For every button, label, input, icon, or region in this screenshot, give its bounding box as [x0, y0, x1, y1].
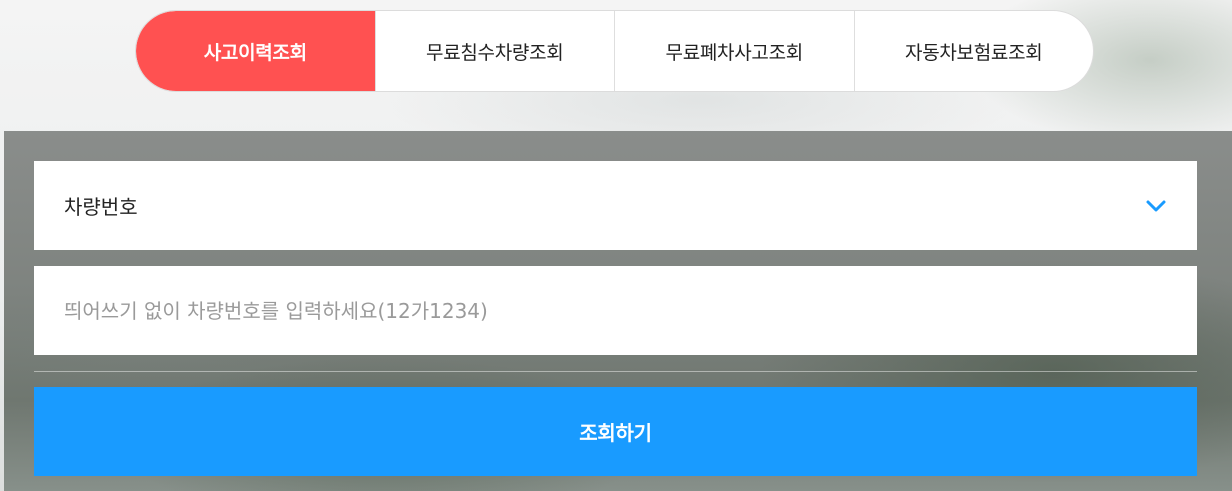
tab-accident-history[interactable]: 사고이력조회: [136, 11, 375, 91]
tab-insurance-premium[interactable]: 자동차보험료조회: [853, 11, 1094, 91]
chevron-down-icon[interactable]: [1145, 195, 1167, 217]
plate-number-input[interactable]: [64, 298, 1167, 323]
search-panel: 차량번호 조회하기: [4, 131, 1232, 491]
search-type-select[interactable]: 차량번호: [34, 161, 1197, 250]
search-submit-button[interactable]: 조회하기: [34, 387, 1197, 476]
plate-number-field: [34, 266, 1197, 355]
tab-scrapped-vehicle[interactable]: 무료폐차사고조회: [614, 11, 854, 91]
service-tabs: 사고이력조회 무료침수차량조회 무료폐차사고조회 자동차보험료조회: [135, 10, 1094, 92]
tab-flood-vehicle[interactable]: 무료침수차량조회: [374, 11, 615, 91]
search-type-selected-value: 차량번호: [64, 195, 138, 219]
form-divider: [34, 371, 1197, 372]
